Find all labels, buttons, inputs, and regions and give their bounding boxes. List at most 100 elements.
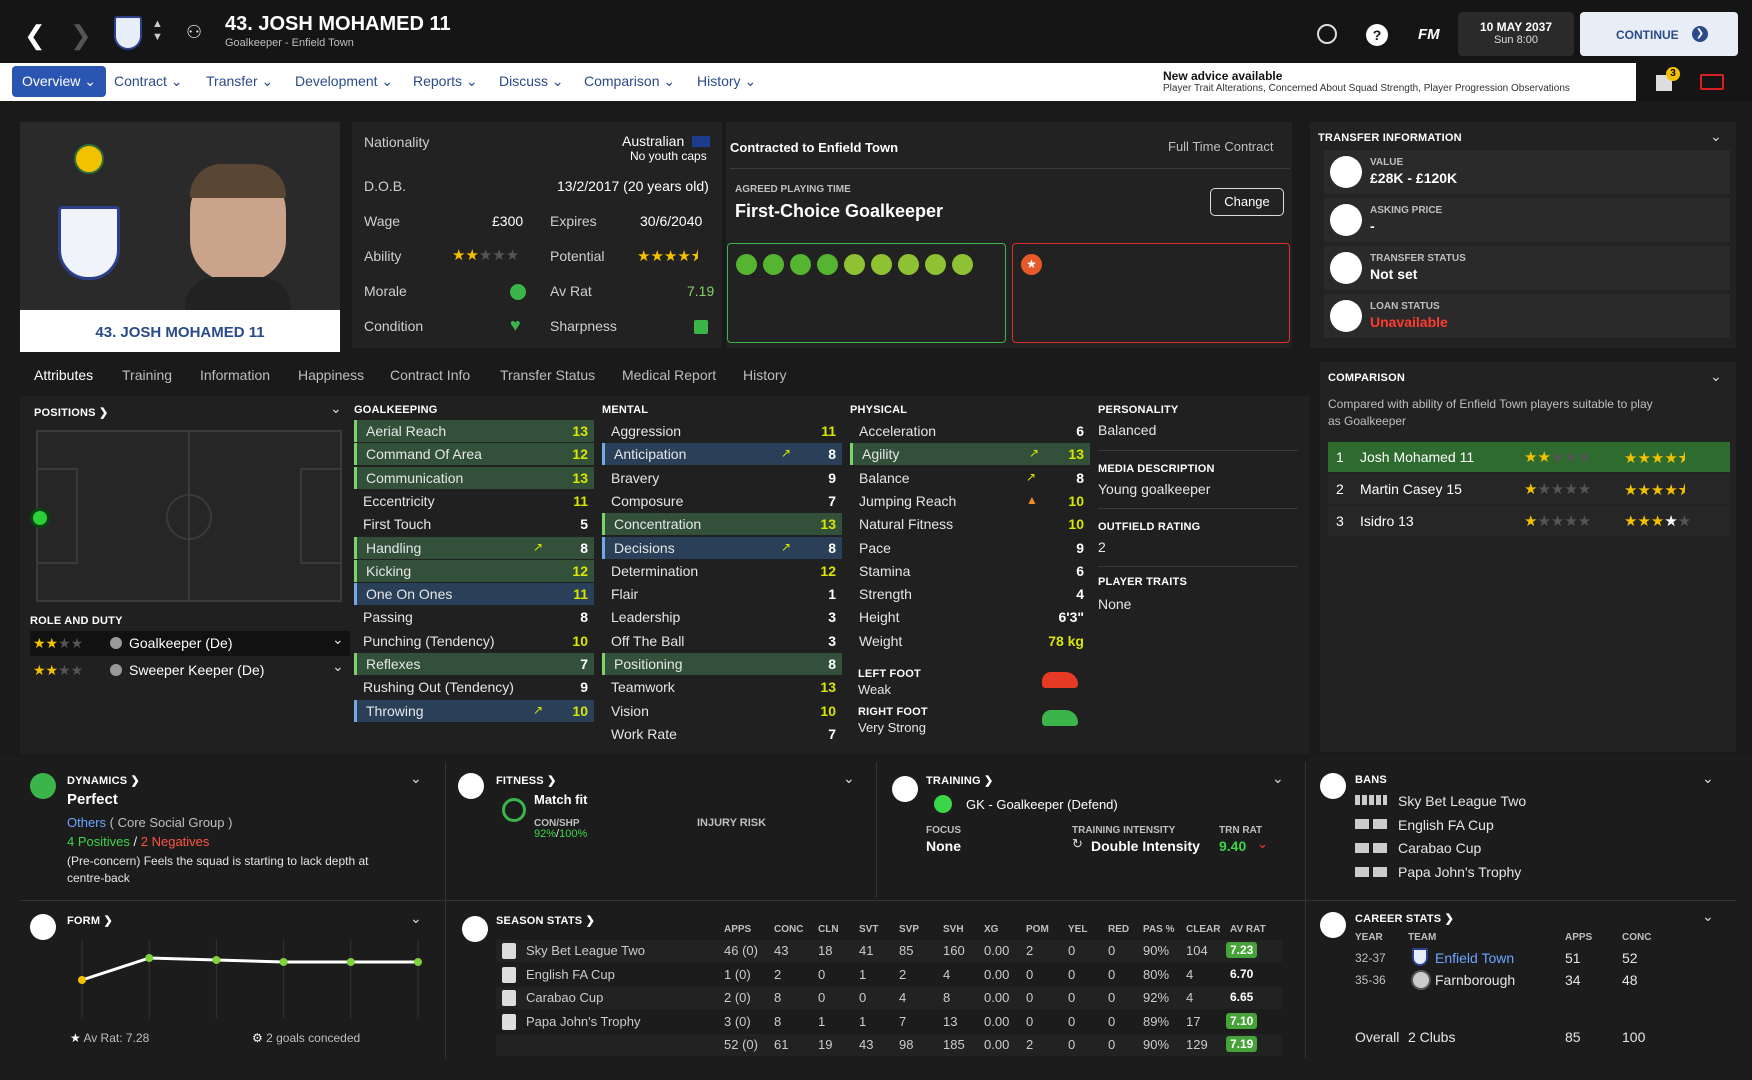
comparison-row[interactable]: 3 Isidro 13 ★★★★★ ★★★★★ bbox=[1328, 506, 1730, 536]
season-col-header[interactable]: RED bbox=[1108, 924, 1129, 935]
collapse-icon[interactable]: ⌄ bbox=[410, 770, 422, 787]
attribute-row[interactable]: Balance 8 ↗ bbox=[850, 467, 1090, 489]
season-col-header[interactable]: POM bbox=[1026, 924, 1049, 935]
attribute-row[interactable]: Aggression 11 bbox=[602, 420, 842, 442]
season-row[interactable]: Papa John's Trophy 3 (0) 8 1 1 7 13 0.00 0 0 0 89% 1… bbox=[496, 1011, 1282, 1033]
attribute-row[interactable]: First Touch 5 bbox=[354, 513, 594, 535]
form-point[interactable] bbox=[145, 954, 154, 962]
attribute-row[interactable]: Throwing 10 ↗ bbox=[354, 699, 594, 722]
attribute-row[interactable]: Stamina 6 bbox=[850, 560, 1090, 582]
positions-title[interactable]: POSITIONS ❯ bbox=[34, 406, 108, 419]
season-col-header[interactable]: YEL bbox=[1068, 924, 1087, 935]
positives[interactable]: 4 Positives bbox=[67, 834, 130, 849]
attribute-row[interactable]: Eccentricity 11 bbox=[354, 490, 594, 512]
tab-training[interactable]: Training bbox=[122, 367, 172, 383]
tab-history[interactable]: History bbox=[743, 367, 787, 383]
group-link[interactable]: Others bbox=[67, 815, 106, 830]
tab-contract-info[interactable]: Contract Info bbox=[390, 367, 470, 383]
dropdown-icon[interactable]: ⌄ bbox=[332, 631, 344, 648]
position-gk-marker[interactable] bbox=[30, 508, 50, 528]
attribute-row[interactable]: Work Rate 7 bbox=[602, 723, 842, 745]
date-box[interactable]: 10 MAY 2037 Sun 8:00 bbox=[1458, 12, 1574, 56]
training-title[interactable]: TRAINING ❯ bbox=[926, 774, 993, 787]
attribute-row[interactable]: Handling 8 ↗ bbox=[354, 536, 594, 559]
attribute-row[interactable]: Determination 12 bbox=[602, 560, 842, 582]
season-col-header[interactable]: PAS % bbox=[1143, 924, 1175, 935]
fm-logo[interactable]: FM bbox=[1418, 26, 1440, 43]
season-col-header[interactable]: CONC bbox=[774, 924, 803, 935]
continue-button[interactable]: CONTINUE ❯ bbox=[1580, 12, 1738, 56]
career-stats-title[interactable]: CAREER STATS ❯ bbox=[1355, 912, 1454, 925]
attribute-row[interactable]: Aerial Reach 13 bbox=[354, 420, 594, 442]
fitness-title[interactable]: FITNESS ❯ bbox=[496, 774, 557, 787]
back-arrow-icon[interactable]: ❮ bbox=[24, 20, 46, 51]
info-icon[interactable] bbox=[110, 664, 122, 676]
form-point[interactable] bbox=[279, 958, 288, 966]
tab-attributes[interactable]: Attributes bbox=[34, 367, 93, 383]
attribute-row[interactable]: Punching (Tendency) 10 bbox=[354, 630, 594, 652]
attribute-row[interactable]: Decisions 8 ↗ bbox=[602, 536, 842, 559]
form-point[interactable] bbox=[212, 956, 221, 964]
binoculars-icon[interactable]: ⚇ bbox=[186, 22, 202, 43]
help-icon[interactable]: ? bbox=[1366, 24, 1388, 46]
career-team[interactable]: Farnborough bbox=[1435, 972, 1515, 988]
season-col-header[interactable]: SVH bbox=[943, 924, 964, 935]
tab-transfer-status[interactable]: Transfer Status bbox=[500, 367, 595, 383]
tab-happiness[interactable]: Happiness bbox=[298, 367, 364, 383]
collapse-icon[interactable]: ⌄ bbox=[330, 400, 342, 417]
role-row[interactable]: ★★★★ Sweeper Keeper (De) ⌄ bbox=[30, 658, 350, 683]
attribute-row[interactable]: Jumping Reach 10 ▲ bbox=[850, 490, 1090, 512]
nav-history[interactable]: History ⌄ bbox=[697, 73, 756, 90]
change-button[interactable]: Change bbox=[1210, 188, 1284, 216]
season-col-header[interactable]: AV RAT bbox=[1230, 924, 1266, 935]
tv-icon[interactable] bbox=[1700, 74, 1724, 90]
world-icon[interactable] bbox=[1317, 24, 1337, 44]
nav-development[interactable]: Development ⌄ bbox=[295, 73, 393, 90]
attribute-row[interactable]: Vision 10 bbox=[602, 700, 842, 722]
collapse-icon[interactable]: ⌄ bbox=[1702, 908, 1714, 925]
star-trait-icon[interactable]: ★ bbox=[1021, 254, 1042, 275]
attribute-row[interactable]: Concentration 13 bbox=[602, 513, 842, 536]
attribute-row[interactable]: Flair 1 bbox=[602, 583, 842, 605]
up-down-icon[interactable]: ▲ ▼ bbox=[152, 18, 163, 44]
nav-discuss[interactable]: Discuss ⌄ bbox=[499, 73, 564, 90]
attribute-row[interactable]: Reflexes 7 bbox=[354, 653, 594, 675]
season-row[interactable]: Sky Bet League Two 46 (0) 43 18 41 85 160 0.00 2… bbox=[496, 940, 1282, 962]
season-col-header[interactable]: SVT bbox=[859, 924, 878, 935]
season-col-header[interactable]: XG bbox=[984, 924, 998, 935]
collapse-icon[interactable]: ⌄ bbox=[1710, 128, 1722, 145]
trait-icon[interactable] bbox=[763, 254, 784, 275]
attribute-row[interactable]: Rushing Out (Tendency) 9 bbox=[354, 676, 594, 698]
tab-medical-report[interactable]: Medical Report bbox=[622, 367, 716, 383]
form-point[interactable] bbox=[346, 958, 355, 966]
attribute-row[interactable]: Positioning 8 bbox=[602, 653, 842, 675]
form-title[interactable]: FORM ❯ bbox=[67, 914, 113, 927]
info-icon[interactable] bbox=[110, 637, 122, 649]
comparison-row[interactable]: 1 Josh Mohamed 11 ★★★★★ ★★★★⯨ bbox=[1328, 442, 1730, 472]
attribute-row[interactable]: Acceleration 6 bbox=[850, 420, 1090, 442]
career-team[interactable]: Enfield Town bbox=[1435, 950, 1514, 966]
attribute-row[interactable]: Passing 8 bbox=[354, 606, 594, 628]
season-row[interactable]: 52 (0) 61 19 43 98 185 0.00 2 0 0 90% 129 7.19 bbox=[496, 1034, 1282, 1056]
form-point[interactable] bbox=[414, 958, 422, 966]
refresh-icon[interactable]: ↻ bbox=[1072, 836, 1083, 852]
trait-icon[interactable] bbox=[952, 254, 973, 275]
role-row[interactable]: ★★★★ Goalkeeper (De) ⌄ bbox=[30, 631, 350, 656]
attribute-row[interactable]: Pace 9 bbox=[850, 537, 1090, 559]
trait-icon[interactable] bbox=[871, 254, 892, 275]
attribute-row[interactable]: Kicking 12 bbox=[354, 559, 594, 582]
season-col-header[interactable]: CLN bbox=[818, 924, 839, 935]
season-col-header[interactable]: CLEAR bbox=[1186, 924, 1220, 935]
attribute-row[interactable]: Anticipation 8 ↗ bbox=[602, 443, 842, 466]
season-col-header[interactable]: SVP bbox=[899, 924, 919, 935]
collapse-icon[interactable]: ⌄ bbox=[1702, 770, 1714, 787]
comparison-row[interactable]: 2 Martin Casey 15 ★★★★★ ★★★★⯨ bbox=[1328, 474, 1730, 504]
negatives[interactable]: 2 Negatives bbox=[141, 834, 210, 849]
attribute-row[interactable]: Height 6'3" bbox=[850, 606, 1090, 628]
forward-arrow-icon[interactable]: ❯ bbox=[70, 20, 92, 51]
tab-information[interactable]: Information bbox=[200, 367, 270, 383]
advice-banner[interactable]: New advice available Player Trait Altera… bbox=[1158, 63, 1636, 101]
form-point[interactable] bbox=[78, 976, 86, 984]
trait-icon[interactable] bbox=[736, 254, 757, 275]
season-col-header[interactable]: APPS bbox=[724, 924, 751, 935]
